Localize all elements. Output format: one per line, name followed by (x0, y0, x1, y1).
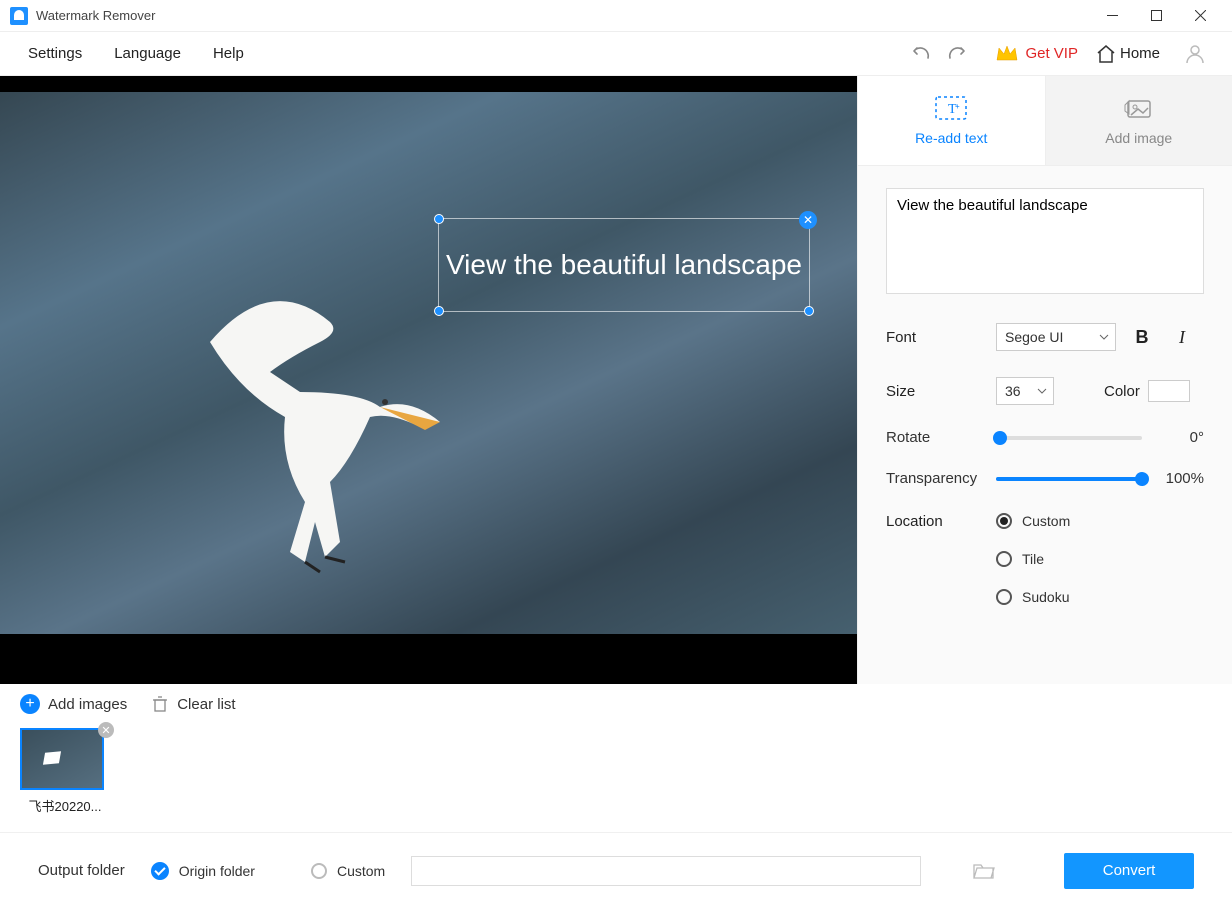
footer: Output folder Origin folder Custom Conve… (0, 832, 1232, 908)
menu-help[interactable]: Help (203, 39, 254, 68)
tab-text-label: Re-add text (915, 130, 987, 146)
clear-list-label: Clear list (177, 696, 235, 713)
transparency-value: 100% (1158, 470, 1204, 487)
minimize-button[interactable] (1090, 0, 1134, 32)
transparency-slider[interactable] (996, 477, 1142, 481)
output-path-input[interactable] (411, 856, 921, 886)
menu-language[interactable]: Language (104, 39, 191, 68)
content: View the beautiful landscape ✕ T+ Re-add… (0, 76, 1232, 684)
output-folder-label: Output folder (38, 862, 125, 879)
menubar: Settings Language Help Get VIP Home (0, 32, 1232, 76)
vip-label: Get VIP (1025, 45, 1078, 62)
resize-handle-tl[interactable] (434, 214, 444, 224)
location-sudoku-label: Sudoku (1022, 589, 1069, 605)
tab-image-label: Add image (1105, 130, 1172, 146)
location-tile-radio[interactable] (996, 551, 1012, 567)
rotate-value: 0° (1158, 429, 1204, 446)
transparency-thumb[interactable] (1135, 472, 1149, 486)
image-tool-icon (1123, 96, 1155, 120)
titlebar: Watermark Remover (0, 0, 1232, 32)
bold-button[interactable]: B (1128, 323, 1156, 351)
text-overlay-box[interactable]: View the beautiful landscape ✕ (438, 218, 810, 312)
tab-readd-text[interactable]: T+ Re-add text (858, 76, 1046, 165)
origin-folder-radio[interactable] (151, 862, 169, 880)
redo-button[interactable] (939, 35, 977, 73)
chevron-down-icon (1099, 334, 1109, 340)
clear-list-button[interactable]: Clear list (151, 695, 235, 713)
get-vip-button[interactable]: Get VIP (995, 44, 1078, 64)
photo-preview (0, 92, 857, 634)
custom-folder-radio[interactable] (311, 863, 327, 879)
rotate-label: Rotate (886, 429, 996, 446)
app-icon (10, 7, 28, 25)
remove-overlay-button[interactable]: ✕ (799, 211, 817, 229)
font-value: Segoe UI (1005, 329, 1063, 345)
panel-body: Font Segoe UI B I Size 36 Color Rotate (858, 166, 1232, 627)
undo-button[interactable] (901, 35, 939, 73)
bird-illustration (150, 262, 470, 582)
account-button[interactable] (1176, 35, 1214, 73)
undo-icon (908, 44, 932, 64)
close-window-button[interactable] (1178, 0, 1222, 32)
color-label: Color (1104, 383, 1140, 400)
plus-icon: + (20, 694, 40, 714)
thumbnails-bar: + Add images Clear list ✕ 飞书20220... (0, 684, 1232, 832)
transparency-label: Transparency (886, 470, 996, 487)
font-label: Font (886, 329, 996, 346)
italic-button[interactable]: I (1168, 323, 1196, 351)
maximize-button[interactable] (1134, 0, 1178, 32)
add-images-button[interactable]: + Add images (20, 694, 127, 714)
home-icon (1096, 45, 1116, 63)
menu-settings[interactable]: Settings (18, 39, 92, 68)
origin-folder-label: Origin folder (179, 863, 255, 879)
thumbnail-name: 飞书20220... (20, 796, 110, 815)
add-images-label: Add images (48, 696, 127, 713)
side-panel: T+ Re-add text Add image Font Segoe UI B… (857, 76, 1232, 684)
overlay-text: View the beautiful landscape (446, 249, 802, 281)
canvas[interactable]: View the beautiful landscape ✕ (0, 76, 857, 684)
location-custom-label: Custom (1022, 513, 1070, 529)
tab-add-image[interactable]: Add image (1046, 76, 1232, 165)
svg-text:+: + (955, 102, 960, 111)
browse-folder-button[interactable] (973, 862, 995, 880)
rotate-thumb[interactable] (993, 431, 1007, 445)
location-custom-radio[interactable] (996, 513, 1012, 529)
location-tile-label: Tile (1022, 551, 1044, 567)
home-button[interactable]: Home (1096, 45, 1160, 63)
size-value: 36 (1005, 383, 1021, 399)
app-title: Watermark Remover (36, 8, 1090, 23)
size-label: Size (886, 383, 996, 400)
text-tool-icon: T+ (935, 96, 967, 120)
resize-handle-br[interactable] (804, 306, 814, 316)
watermark-text-input[interactable] (886, 188, 1204, 294)
location-sudoku-radio[interactable] (996, 589, 1012, 605)
home-label: Home (1120, 45, 1160, 62)
trash-icon (151, 695, 169, 713)
location-label: Location (886, 513, 996, 530)
thumbnail-image (20, 728, 104, 790)
redo-icon (946, 44, 970, 64)
size-select[interactable]: 36 (996, 377, 1054, 405)
rotate-slider[interactable] (996, 436, 1142, 440)
thumbnail-item[interactable]: ✕ 飞书20220... (20, 728, 110, 815)
user-icon (1184, 43, 1206, 65)
color-picker[interactable] (1148, 380, 1190, 402)
font-select[interactable]: Segoe UI (996, 323, 1116, 351)
resize-handle-bl[interactable] (434, 306, 444, 316)
thumbnail-remove-button[interactable]: ✕ (98, 722, 114, 738)
side-tabs: T+ Re-add text Add image (858, 76, 1232, 166)
custom-folder-label: Custom (337, 863, 385, 879)
chevron-down-icon (1037, 388, 1047, 394)
crown-icon (995, 44, 1019, 64)
convert-button[interactable]: Convert (1064, 853, 1194, 889)
